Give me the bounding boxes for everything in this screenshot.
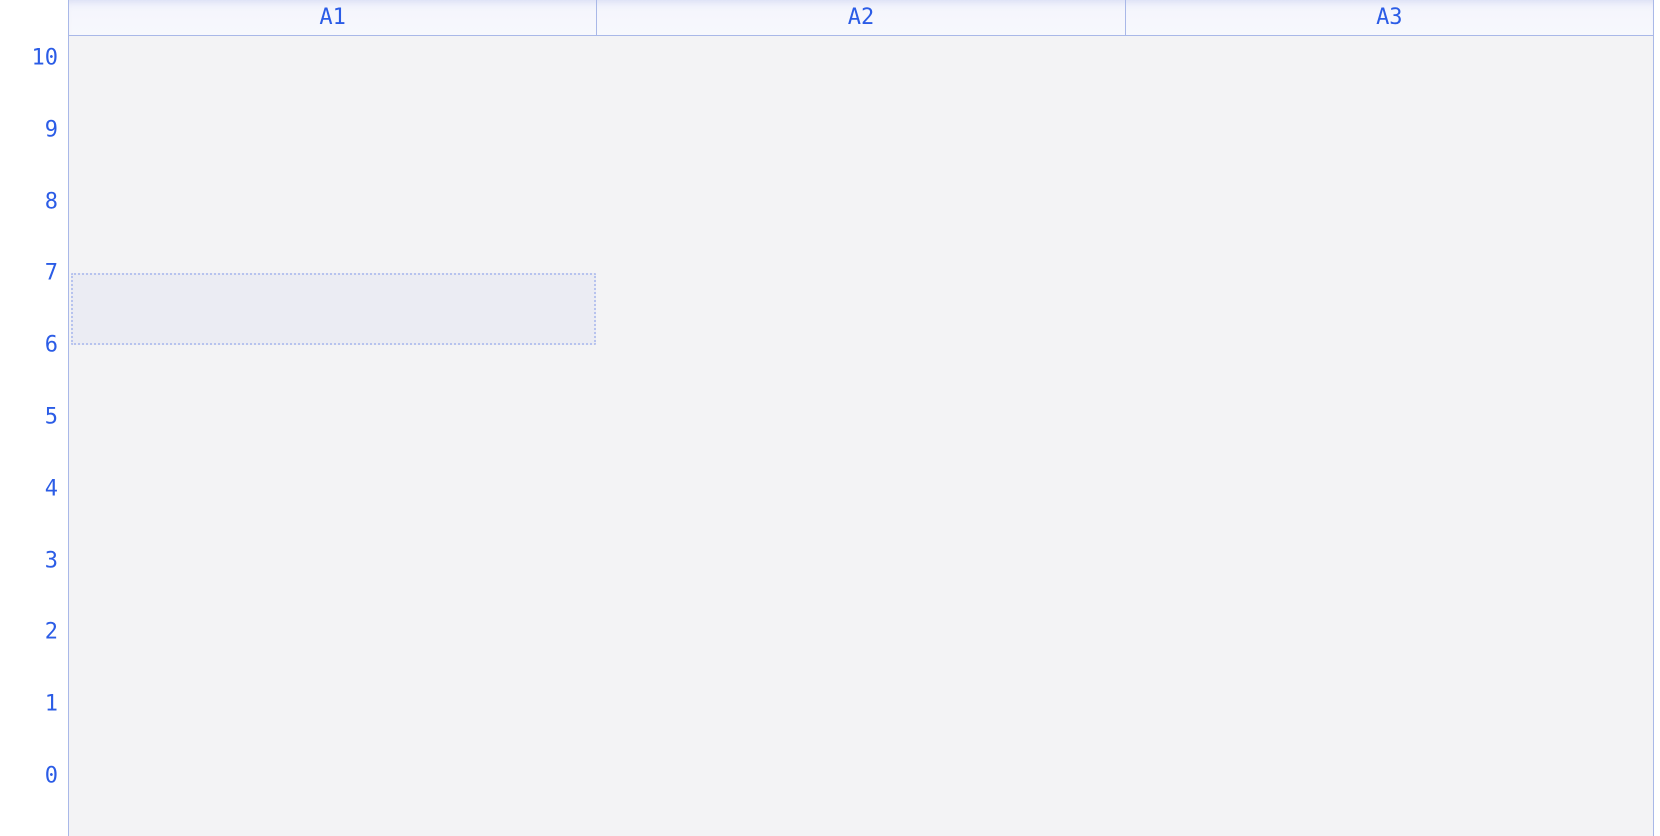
column-header-a3[interactable]: A3: [1126, 0, 1653, 35]
y-tick: 0: [45, 764, 58, 789]
y-tick: 3: [45, 548, 58, 573]
column-headers: A1 A2 A3: [68, 0, 1654, 36]
column-header-label: A1: [319, 5, 346, 30]
y-tick: 5: [45, 405, 58, 430]
plot-area[interactable]: [68, 36, 1654, 836]
y-tick: 6: [45, 333, 58, 358]
y-tick: 10: [32, 46, 59, 71]
y-axis: 109876543210: [0, 36, 68, 836]
column-header-label: A3: [1376, 5, 1403, 30]
y-tick: 2: [45, 620, 58, 645]
highlighted-region[interactable]: [71, 273, 596, 345]
column-header-label: A2: [848, 5, 875, 30]
y-tick: 1: [45, 692, 58, 717]
y-tick: 7: [45, 261, 58, 286]
y-tick: 8: [45, 189, 58, 214]
y-tick: 4: [45, 476, 58, 501]
y-tick: 9: [45, 117, 58, 142]
column-header-a1[interactable]: A1: [69, 0, 597, 35]
chart-container: 109876543210 A1 A2 A3: [0, 0, 1660, 836]
column-header-a2[interactable]: A2: [597, 0, 1125, 35]
